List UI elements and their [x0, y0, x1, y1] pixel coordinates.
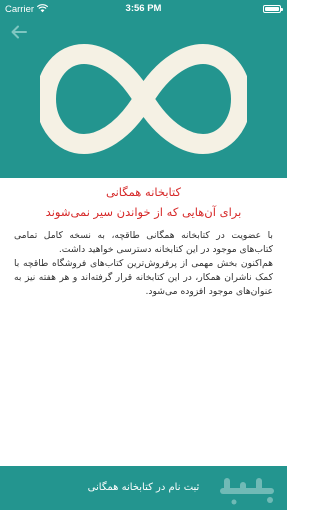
infinity-icon [40, 44, 247, 154]
back-button[interactable] [8, 21, 30, 43]
battery-icon [263, 5, 283, 13]
page-subtitle: برای آن‌هایی که از خواندن سیر نمی‌شوند [45, 205, 242, 219]
page-title: کتابخانه همگانی [106, 185, 181, 199]
arrow-left-icon [11, 25, 27, 39]
hero-banner [0, 20, 287, 178]
watermark-logo [220, 478, 274, 505]
clock: 3:56 PM [125, 3, 162, 14]
content-panel: کتابخانه همگانی برای آن‌هایی که از خواند… [0, 178, 287, 466]
status-bar: Carrier 3:56 PM [0, 0, 287, 20]
description-paragraph-1: با عضویت در کتابخانه همگانی طاقچه، به نس… [14, 230, 273, 255]
signup-button-label: ثبت نام در کتابخانه همگانی [87, 482, 200, 493]
description: با عضویت در کتابخانه همگانی طاقچه، به نس… [14, 229, 273, 299]
description-paragraph-2: هم‌اکنون بخش مهمی از پرفروش‌ترین کتاب‌ها… [14, 258, 273, 297]
